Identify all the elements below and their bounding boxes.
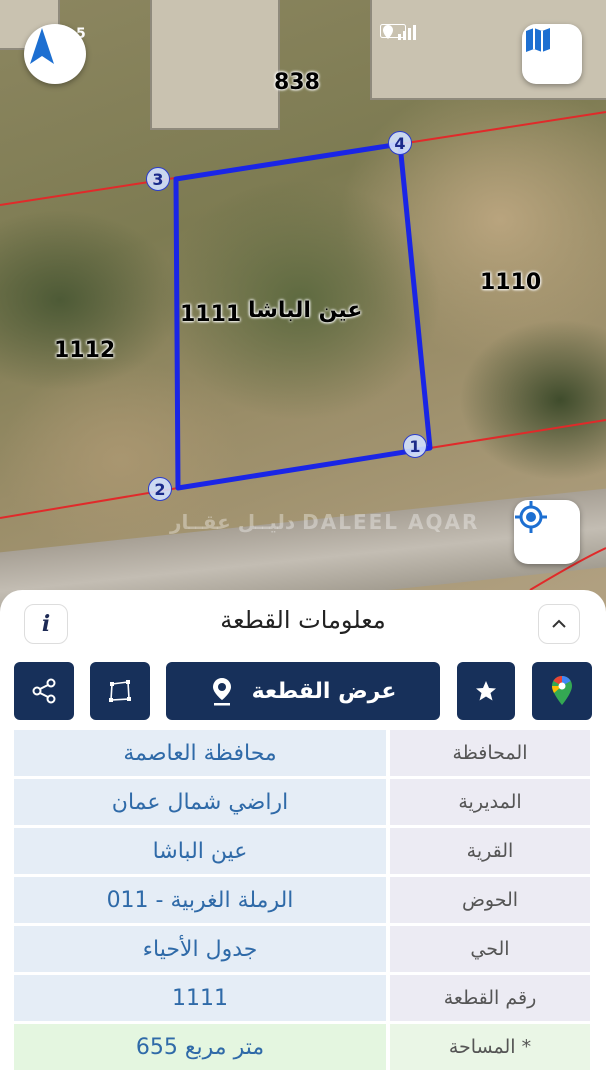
north-arrow-icon [30, 28, 54, 64]
parcel-info-panel: i معلومات القطعة عرض القطعة محافظة العاص… [0, 590, 606, 1080]
share-icon [32, 678, 56, 704]
map-layers-button[interactable] [522, 24, 582, 84]
table-row: 655 متر مربع المساحة * [14, 1024, 592, 1070]
table-row: 1111 رقم القطعة [14, 975, 592, 1021]
star-icon [476, 681, 496, 701]
google-maps-button[interactable] [532, 662, 592, 720]
row-value: اراضي شمال عمان [14, 779, 386, 825]
table-row: الرملة الغربية - 011 الحوض [14, 877, 592, 923]
parcel-number-east[interactable]: 1110 [480, 270, 541, 295]
vertex-marker: 2 [148, 477, 172, 501]
crosshair-icon [515, 501, 547, 533]
parcel-number-north[interactable]: 838 [274, 70, 320, 95]
row-value: عين الباشا [14, 828, 386, 874]
row-label: الحي [390, 926, 590, 972]
share-button[interactable] [14, 662, 74, 720]
row-label: المساحة * [390, 1024, 590, 1070]
table-row: اراضي شمال عمان المديرية [14, 779, 592, 825]
row-value: 1111 [14, 975, 386, 1021]
polygon-tool-button[interactable] [90, 662, 150, 720]
row-label: القرية [390, 828, 590, 874]
vertex-marker: 4 [388, 131, 412, 155]
panel-header: i معلومات القطعة [0, 590, 606, 656]
vertex-marker: 3 [146, 167, 170, 191]
row-label: المحافظة [390, 730, 590, 776]
compass-button[interactable] [24, 24, 86, 84]
collapse-button[interactable] [538, 604, 580, 644]
row-value: جدول الأحياء [14, 926, 386, 972]
panel-title: معلومات القطعة [220, 606, 386, 634]
action-bar: عرض القطعة [14, 662, 592, 722]
table-row: محافظة العاصمة المحافظة [14, 730, 592, 776]
boundary-line [429, 419, 606, 449]
parcel-details-table: محافظة العاصمة المحافظة اراضي شمال عمان … [14, 730, 592, 1073]
vertex-marker: 1 [403, 434, 427, 458]
view-parcel-button[interactable]: عرض القطعة [166, 662, 440, 720]
google-maps-icon [552, 676, 572, 705]
parcel-number-selected[interactable]: 1111 [180, 302, 241, 327]
chevron-up-icon [552, 619, 566, 628]
row-label: رقم القطعة [390, 975, 590, 1021]
map-icon [526, 28, 550, 52]
table-row: عين الباشا القرية [14, 828, 592, 874]
parcel-number-west[interactable]: 1112 [54, 338, 115, 363]
table-row: جدول الأحياء الحي [14, 926, 592, 972]
favorite-button[interactable] [457, 662, 515, 720]
polygon-icon [109, 680, 131, 702]
village-label: عين الباشا [248, 298, 363, 323]
row-label: الحوض [390, 877, 590, 923]
location-pin-icon [212, 678, 231, 706]
row-value: 655 متر مربع [14, 1024, 386, 1070]
watermark: دليــل عقــار DALEEL AQAR [170, 510, 480, 534]
row-value: محافظة العاصمة [14, 730, 386, 776]
boundary-line [399, 111, 606, 145]
row-value: الرملة الغربية - 011 [14, 877, 386, 923]
row-label: المديرية [390, 779, 590, 825]
my-location-button[interactable] [514, 500, 580, 564]
satellite-map[interactable]: 1 2 3 4 838 1110 1112 1111 عين الباشا دل… [0, 0, 606, 620]
view-parcel-label: عرض القطعة [251, 678, 397, 704]
signal-icon [398, 25, 416, 40]
